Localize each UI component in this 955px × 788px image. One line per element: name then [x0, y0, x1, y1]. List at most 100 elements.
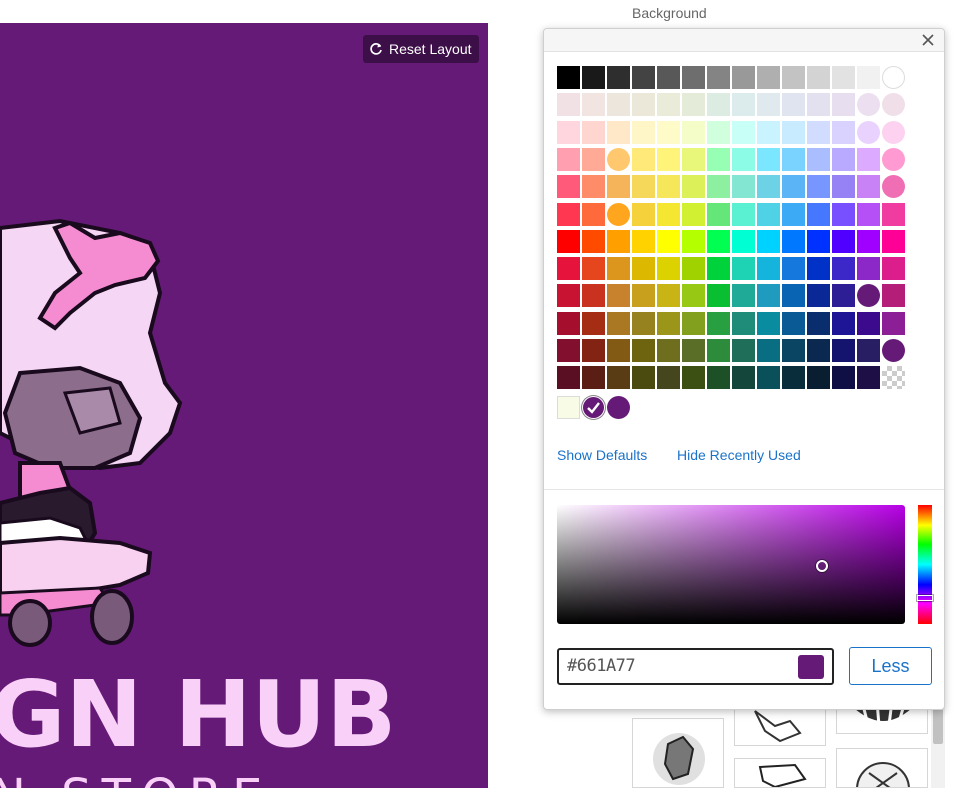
color-swatch[interactable] — [832, 93, 855, 117]
color-swatch[interactable] — [882, 175, 905, 199]
color-swatch[interactable] — [632, 311, 655, 335]
color-swatch[interactable] — [757, 366, 780, 390]
color-swatch[interactable] — [882, 147, 905, 171]
color-swatch[interactable] — [857, 229, 880, 253]
color-swatch[interactable] — [832, 229, 855, 253]
color-swatch[interactable] — [757, 229, 780, 253]
color-swatch[interactable] — [832, 175, 855, 199]
color-swatch[interactable] — [782, 66, 805, 89]
color-swatch[interactable] — [882, 229, 905, 253]
color-swatch[interactable] — [782, 229, 805, 253]
color-swatch[interactable] — [882, 93, 905, 117]
recent-color-swatch[interactable] — [582, 396, 605, 419]
color-swatch[interactable] — [882, 120, 905, 144]
color-swatch[interactable] — [682, 93, 705, 117]
color-swatch[interactable] — [632, 257, 655, 281]
color-swatch[interactable] — [707, 339, 730, 362]
hex-input-value[interactable]: #661A77 — [567, 650, 636, 683]
color-swatch[interactable] — [732, 339, 755, 362]
color-swatch[interactable] — [857, 147, 880, 171]
color-swatch[interactable] — [632, 93, 655, 117]
color-swatch[interactable] — [832, 66, 855, 89]
color-swatch[interactable] — [657, 120, 680, 144]
color-swatch[interactable] — [682, 66, 705, 89]
color-swatch[interactable] — [657, 147, 680, 171]
hide-recently-used-link[interactable]: Hide Recently Used — [677, 447, 801, 463]
color-swatch[interactable] — [857, 311, 880, 335]
color-swatch[interactable] — [757, 257, 780, 281]
color-swatch[interactable] — [807, 366, 830, 390]
color-swatch[interactable] — [857, 120, 880, 144]
color-swatch[interactable] — [607, 366, 630, 390]
color-swatch[interactable] — [732, 229, 755, 253]
color-swatch[interactable] — [682, 202, 705, 226]
color-swatch[interactable] — [857, 366, 880, 390]
color-swatch[interactable] — [832, 339, 855, 362]
color-swatch[interactable] — [707, 311, 730, 335]
color-swatch[interactable] — [557, 202, 580, 226]
color-swatch[interactable] — [882, 284, 905, 308]
recent-color-swatch[interactable] — [557, 396, 580, 419]
color-swatch[interactable] — [807, 339, 830, 362]
color-swatch[interactable] — [732, 120, 755, 144]
color-swatch[interactable] — [607, 311, 630, 335]
color-swatch[interactable] — [682, 229, 705, 253]
color-swatch[interactable] — [607, 202, 630, 226]
saturation-value-handle[interactable] — [816, 560, 828, 572]
color-swatch[interactable] — [857, 284, 880, 308]
color-swatch[interactable] — [707, 229, 730, 253]
color-swatch[interactable] — [807, 120, 830, 144]
color-swatch[interactable] — [807, 66, 830, 89]
less-button[interactable]: Less — [849, 647, 932, 685]
color-swatch[interactable] — [607, 175, 630, 199]
color-swatch[interactable] — [607, 229, 630, 253]
color-swatch[interactable] — [807, 311, 830, 335]
color-swatch[interactable] — [757, 66, 780, 89]
color-swatch[interactable] — [682, 147, 705, 171]
color-swatch[interactable] — [707, 93, 730, 117]
color-swatch[interactable] — [732, 202, 755, 226]
color-swatch[interactable] — [632, 229, 655, 253]
color-swatch[interactable] — [782, 366, 805, 390]
color-swatch[interactable] — [882, 257, 905, 281]
color-swatch[interactable] — [707, 175, 730, 199]
color-swatch[interactable] — [632, 366, 655, 390]
color-swatch[interactable] — [732, 175, 755, 199]
color-swatch[interactable] — [707, 66, 730, 89]
color-swatch[interactable] — [657, 366, 680, 390]
color-swatch[interactable] — [757, 284, 780, 308]
color-swatch[interactable] — [682, 366, 705, 390]
background-thumbnail[interactable] — [632, 718, 724, 788]
thumbnail-scrollbar-thumb[interactable] — [933, 704, 943, 744]
color-swatch[interactable] — [707, 120, 730, 144]
color-swatch[interactable] — [857, 175, 880, 199]
color-swatch[interactable] — [807, 284, 830, 308]
color-swatch[interactable] — [732, 257, 755, 281]
color-swatch[interactable] — [632, 120, 655, 144]
color-swatch[interactable] — [582, 339, 605, 362]
color-swatch[interactable] — [557, 311, 580, 335]
color-swatch[interactable] — [782, 175, 805, 199]
color-swatch[interactable] — [657, 202, 680, 226]
color-swatch[interactable] — [657, 175, 680, 199]
hex-input-field[interactable]: #661A77 — [557, 648, 834, 685]
color-swatch[interactable] — [607, 120, 630, 144]
color-swatch[interactable] — [657, 284, 680, 308]
color-swatch[interactable] — [807, 229, 830, 253]
color-swatch[interactable] — [757, 175, 780, 199]
color-swatch[interactable] — [832, 147, 855, 171]
reset-layout-button[interactable]: Reset Layout — [363, 35, 479, 63]
color-swatch[interactable] — [582, 66, 605, 89]
color-swatch[interactable] — [557, 366, 580, 390]
color-swatch[interactable] — [707, 257, 730, 281]
color-swatch[interactable] — [782, 202, 805, 226]
color-swatch[interactable] — [582, 257, 605, 281]
color-swatch[interactable] — [707, 147, 730, 171]
color-swatch[interactable] — [882, 66, 905, 89]
color-swatch[interactable] — [782, 257, 805, 281]
color-swatch[interactable] — [557, 257, 580, 281]
color-swatch[interactable] — [732, 284, 755, 308]
recent-color-swatch[interactable] — [607, 396, 630, 419]
color-swatch[interactable] — [557, 93, 580, 117]
color-swatch[interactable] — [857, 66, 880, 89]
